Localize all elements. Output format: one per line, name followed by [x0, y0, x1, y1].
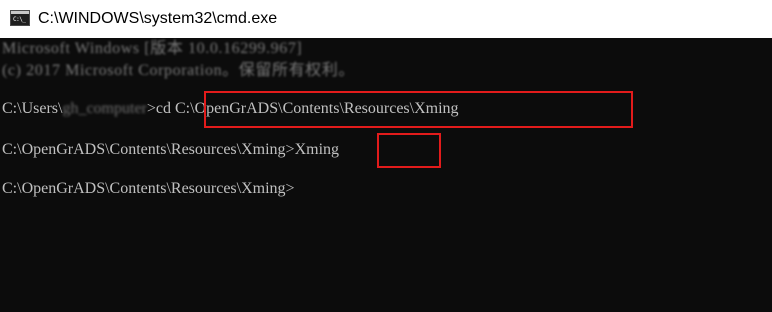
prompt-path-current: C:\OpenGrADS\Contents\Resources\Xming>: [2, 180, 295, 197]
redacted-username: gh_computer: [62, 100, 147, 117]
console-output[interactable]: Microsoft Windows [版本 10.0.16299.967] (c…: [0, 38, 772, 312]
console-line-xming-command: C:\OpenGrADS\Contents\Resources\Xming>Xm…: [2, 140, 339, 160]
window-title: C:\WINDOWS\system32\cmd.exe: [38, 10, 278, 27]
highlight-box-xming-command: [377, 133, 441, 168]
cmd-window: C:\_ C:\WINDOWS\system32\cmd.exe Microso…: [0, 0, 772, 312]
icon-glyph: C:\_: [13, 16, 26, 23]
typed-command-xming: Xming: [294, 141, 340, 158]
prompt-path: C:\OpenGrADS\Contents\Resources\Xming>: [2, 141, 295, 158]
prompt-char: >: [146, 100, 156, 117]
console-line-current-prompt: C:\OpenGrADS\Contents\Resources\Xming>: [2, 179, 295, 199]
cmd-console-icon[interactable]: C:\_: [10, 10, 30, 26]
prompt-path-prefix: C:\Users\: [2, 100, 63, 117]
console-line-version: Microsoft Windows [版本 10.0.16299.967]: [2, 40, 303, 57]
title-bar[interactable]: C:\_ C:\WINDOWS\system32\cmd.exe: [0, 0, 772, 38]
console-line-copyright: (c) 2017 Microsoft Corporation。保留所有权利。: [2, 62, 355, 79]
icon-title-strip: [11, 11, 29, 14]
highlight-box-cd-command: [204, 91, 633, 128]
